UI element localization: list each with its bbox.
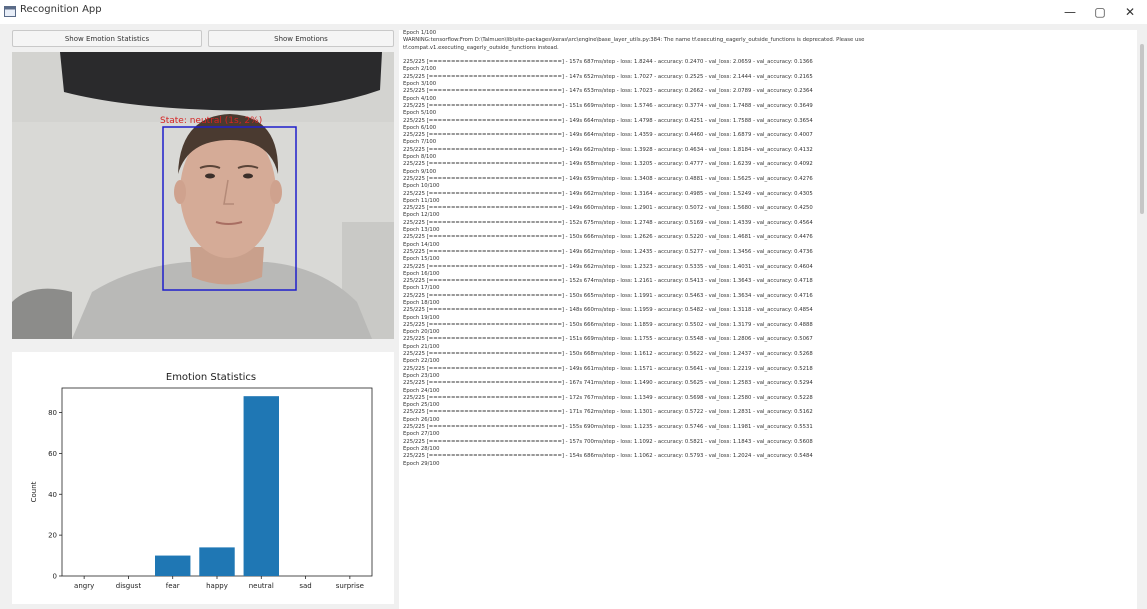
log-line: Epoch 3/100 (403, 81, 437, 88)
camera-feed: State: neutral (1s, 2%) (12, 52, 394, 339)
y-tick-label: 60 (48, 450, 57, 458)
window-title: Recognition App (20, 4, 102, 15)
log-line: Epoch 1/100 (403, 30, 437, 36)
training-log: Epoch 1/100 WARNING:tensorflow:From D:\Ta… (399, 30, 1137, 468)
log-line: Epoch 16/100 (403, 270, 440, 277)
log-line: 225/225 [==============================]… (403, 205, 813, 212)
chart-title: Emotion Statistics (166, 372, 256, 383)
log-line: 225/225 [==============================]… (403, 365, 813, 372)
log-line: Epoch 13/100 (403, 227, 440, 234)
y-tick-label: 40 (48, 491, 57, 499)
y-tick-label: 80 (48, 409, 57, 417)
log-line: Epoch 6/100 (403, 124, 437, 131)
log-line: Epoch 20/100 (403, 329, 440, 336)
bar-happy (199, 547, 235, 576)
x-tick-label: happy (206, 582, 228, 590)
log-line: Epoch 25/100 (403, 402, 440, 409)
log-line: 225/225 [==============================]… (403, 175, 813, 182)
y-tick-label: 20 (48, 532, 57, 540)
log-line: Epoch 9/100 (403, 168, 437, 175)
log-line: 225/225 [==============================]… (403, 219, 813, 226)
log-line: 225/225 [==============================]… (403, 146, 813, 153)
log-line: Epoch 27/100 (403, 431, 440, 438)
emotion-statistics-chart: Emotion Statistics Count 0 20 40 60 80 angry d… (12, 352, 394, 604)
bar-neutral (243, 396, 279, 576)
log-line: Epoch 29/100 (403, 460, 440, 467)
log-line: Epoch 19/100 (403, 314, 440, 321)
x-tick-label: surprise (336, 582, 364, 590)
log-line: Epoch 7/100 (403, 139, 437, 146)
log-line: 225/225 [==============================]… (403, 351, 813, 358)
log-line: 225/225 [==============================]… (403, 336, 813, 343)
log-line: Epoch 4/100 (403, 95, 437, 102)
log-line: Epoch 12/100 (403, 212, 440, 219)
log-line: 225/225 [==============================]… (403, 117, 813, 124)
x-tick-label: neutral (249, 582, 274, 590)
log-line: Epoch 5/100 (403, 110, 437, 117)
maximize-button[interactable]: ▢ (1088, 2, 1112, 22)
log-line: WARNING:tensorflow:From D:\Talmuen\lib\s… (403, 37, 865, 44)
log-line: Epoch 26/100 (403, 416, 440, 423)
log-line: Epoch 21/100 (403, 343, 440, 350)
log-line: Epoch 15/100 (403, 256, 440, 263)
y-tick-label: 0 (53, 573, 57, 581)
log-line: 225/225 [==============================]… (403, 73, 813, 80)
x-tick-label: fear (166, 582, 180, 590)
log-line: Epoch 17/100 (403, 285, 440, 292)
bar-fear (155, 555, 191, 576)
log-line: 225/225 [==============================]… (403, 424, 813, 431)
log-line: 225/225 [==============================]… (403, 132, 813, 139)
log-line: Epoch 8/100 (403, 154, 437, 161)
log-line: 225/225 [==============================]… (403, 380, 813, 387)
training-log-panel[interactable]: Epoch 1/100 WARNING:tensorflow:From D:\Ta… (399, 30, 1137, 609)
log-scrollbar[interactable] (1137, 30, 1147, 609)
show-emotion-statistics-button[interactable]: Show Emotion Statistics (12, 30, 202, 47)
chart-y-axis-label: Count (30, 481, 38, 502)
minimize-button[interactable]: — (1058, 2, 1082, 22)
log-line: Epoch 23/100 (403, 372, 440, 379)
log-line: 225/225 [==============================]… (403, 292, 813, 299)
show-emotions-button[interactable]: Show Emotions (208, 30, 394, 47)
log-line: 225/225 [==============================]… (403, 248, 813, 255)
log-line: 225/225 [==============================]… (403, 394, 813, 401)
close-button[interactable]: ✕ (1118, 2, 1142, 22)
x-tick-label: angry (74, 582, 94, 590)
x-tick-label: sad (299, 582, 311, 590)
log-line: 225/225 [==============================]… (403, 409, 813, 416)
log-line: 225/225 [==============================]… (403, 88, 813, 95)
log-line: 225/225 [==============================]… (403, 263, 813, 270)
log-line: Epoch 14/100 (403, 241, 440, 248)
log-line: Epoch 2/100 (403, 66, 437, 73)
log-line: Epoch 18/100 (403, 299, 440, 306)
log-line: 225/225 [==============================]… (403, 190, 813, 197)
emotion-state-label: State: neutral (1s, 2%) (160, 116, 262, 126)
log-line: 225/225 [==============================]… (403, 59, 813, 66)
log-line: 225/225 [==============================]… (403, 438, 813, 445)
camera-image: State: neutral (1s, 2%) (12, 52, 394, 339)
log-line: Epoch 11/100 (403, 197, 440, 204)
log-line: Epoch 28/100 (403, 445, 440, 452)
x-tick-label: disgust (116, 582, 142, 590)
log-scrollbar-thumb[interactable] (1140, 44, 1144, 214)
log-line: 225/225 [==============================]… (403, 278, 813, 285)
log-line: 225/225 [==============================]… (403, 102, 813, 109)
title-bar: Recognition App — ▢ ✕ (0, 0, 1147, 24)
log-line: 225/225 [==============================]… (403, 161, 813, 168)
log-line: Epoch 24/100 (403, 387, 440, 394)
log-line: 225/225 [==============================]… (403, 234, 813, 241)
log-line: tf.compat.v1.executing_eagerly_outside_f… (403, 44, 559, 51)
chart-canvas: Emotion Statistics Count 0 20 40 60 80 angry d… (30, 372, 373, 590)
log-line: 225/225 [==============================]… (403, 453, 813, 460)
app-window-icon (4, 6, 16, 17)
log-line: Epoch 22/100 (403, 358, 440, 365)
log-line: 225/225 [==============================]… (403, 307, 813, 314)
log-line: Epoch 10/100 (403, 183, 440, 190)
log-line: 225/225 [==============================]… (403, 321, 813, 328)
